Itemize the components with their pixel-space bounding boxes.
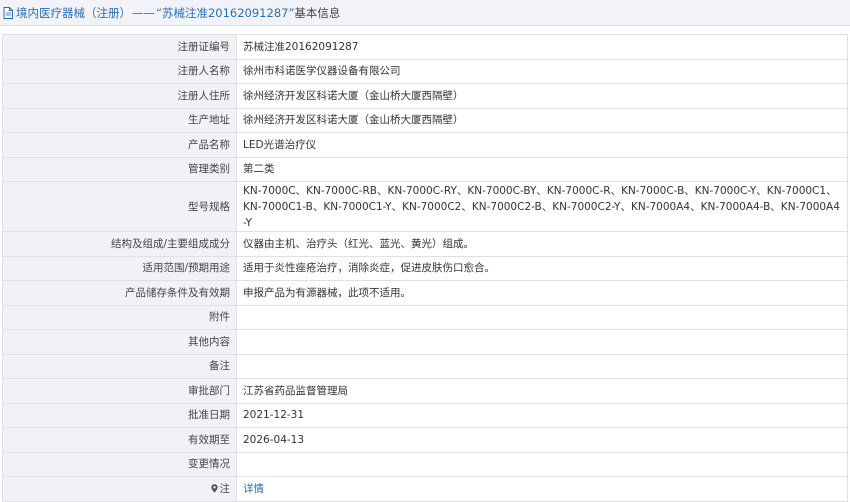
table-row: 变更情况 — [2, 451, 848, 477]
details-link[interactable]: 详情 — [243, 483, 264, 495]
row-value: 第二类 — [236, 156, 848, 182]
table-row: 附件 — [2, 304, 848, 330]
row-value: LED光谱治疗仪 — [236, 132, 848, 158]
row-value — [236, 353, 848, 379]
row-value: 徐州市科诺医学仪器设备有限公司 — [236, 58, 848, 84]
row-label: 生产地址 — [2, 107, 237, 133]
table-row: 管理类别 第二类 — [2, 156, 848, 182]
table-row: 注册人住所 徐州经济开发区科诺大厦（金山桥大厦西隔壁） — [2, 83, 848, 109]
row-label: 产品储存条件及有效期 — [2, 280, 237, 306]
row-label: 产品名称 — [2, 132, 237, 158]
table-row: 注 详情 — [2, 476, 848, 502]
row-label: 管理类别 — [2, 156, 237, 182]
device-info-table: 注册证编号 苏械注准20162091287 注册人名称 徐州市科诺医学仪器设备有… — [2, 34, 848, 502]
row-value: 2021-12-31 — [236, 402, 848, 428]
row-value: 详情 — [236, 476, 848, 502]
row-value: 江苏省药品监督管理局 — [236, 378, 848, 404]
row-label: 备注 — [2, 353, 237, 379]
row-label: 结构及组成/主要组成成分 — [2, 231, 237, 257]
row-value — [236, 304, 848, 330]
table-row: 注册人名称 徐州市科诺医学仪器设备有限公司 — [2, 58, 848, 84]
row-label: 注册人名称 — [2, 58, 237, 84]
row-value: KN-7000C、KN-7000C-RB、KN-7000C-RY、KN-7000… — [236, 181, 848, 232]
breadcrumb: 境内医疗器械（注册） — [16, 5, 131, 20]
table-row: 批准日期 2021-12-31 — [2, 402, 848, 428]
page-header: 境内医疗器械（注册） —— “苏械注准20162091287” 基本信息 — [0, 0, 850, 26]
row-value: 苏械注准20162091287 — [236, 34, 848, 60]
table-row: 其他内容 — [2, 329, 848, 355]
table-row: 适用范围/预期用途 适用于炎性痤疮治疗，消除炎症，促进皮肤伤口愈合。 — [2, 255, 848, 281]
location-pin-icon — [210, 484, 218, 493]
row-value: 申报产品为有源器械，此项不适用。 — [236, 280, 848, 306]
row-label: 注册人住所 — [2, 83, 237, 109]
row-value: 徐州经济开发区科诺大厦（金山桥大厦西隔壁） — [236, 83, 848, 109]
note-label: 注 — [2, 476, 237, 502]
table-row: 产品储存条件及有效期 申报产品为有源器械，此项不适用。 — [2, 280, 848, 306]
table-row: 注册证编号 苏械注准20162091287 — [2, 34, 848, 60]
row-value — [236, 329, 848, 355]
table-row: 产品名称 LED光谱治疗仪 — [2, 132, 848, 158]
row-value: 徐州经济开发区科诺大厦（金山桥大厦西隔壁） — [236, 107, 848, 133]
page-title-suffix: 基本信息 — [294, 5, 341, 20]
table-row: 有效期至 2026-04-13 — [2, 427, 848, 453]
row-label: 附件 — [2, 304, 237, 330]
row-label: 其他内容 — [2, 329, 237, 355]
table-row: 生产地址 徐州经济开发区科诺大厦（金山桥大厦西隔壁） — [2, 107, 848, 133]
row-value: 仪器由主机、治疗头（红光、蓝光、黄光）组成。 — [236, 231, 848, 257]
row-label: 有效期至 — [2, 427, 237, 453]
table-row: 备注 — [2, 353, 848, 379]
row-value: 适用于炎性痤疮治疗，消除炎症，促进皮肤伤口愈合。 — [236, 255, 848, 281]
note-label-text: 注 — [219, 482, 231, 495]
row-value — [236, 451, 848, 477]
table-row: 型号规格 KN-7000C、KN-7000C-RB、KN-7000C-RY、KN… — [2, 181, 848, 232]
row-label: 变更情况 — [2, 451, 237, 477]
row-label: 注册证编号 — [2, 34, 237, 60]
table-row: 结构及组成/主要组成成分 仪器由主机、治疗头（红光、蓝光、黄光）组成。 — [2, 231, 848, 257]
row-label: 审批部门 — [2, 378, 237, 404]
document-icon — [3, 6, 13, 19]
registration-number-title: 苏械注准20162091287 — [161, 5, 289, 20]
row-value: 2026-04-13 — [236, 427, 848, 453]
row-label: 批准日期 — [2, 402, 237, 428]
row-label: 型号规格 — [2, 181, 237, 232]
row-label: 适用范围/预期用途 — [2, 255, 237, 281]
table-row: 审批部门 江苏省药品监督管理局 — [2, 378, 848, 404]
breadcrumb-separator: —— — [132, 5, 155, 20]
